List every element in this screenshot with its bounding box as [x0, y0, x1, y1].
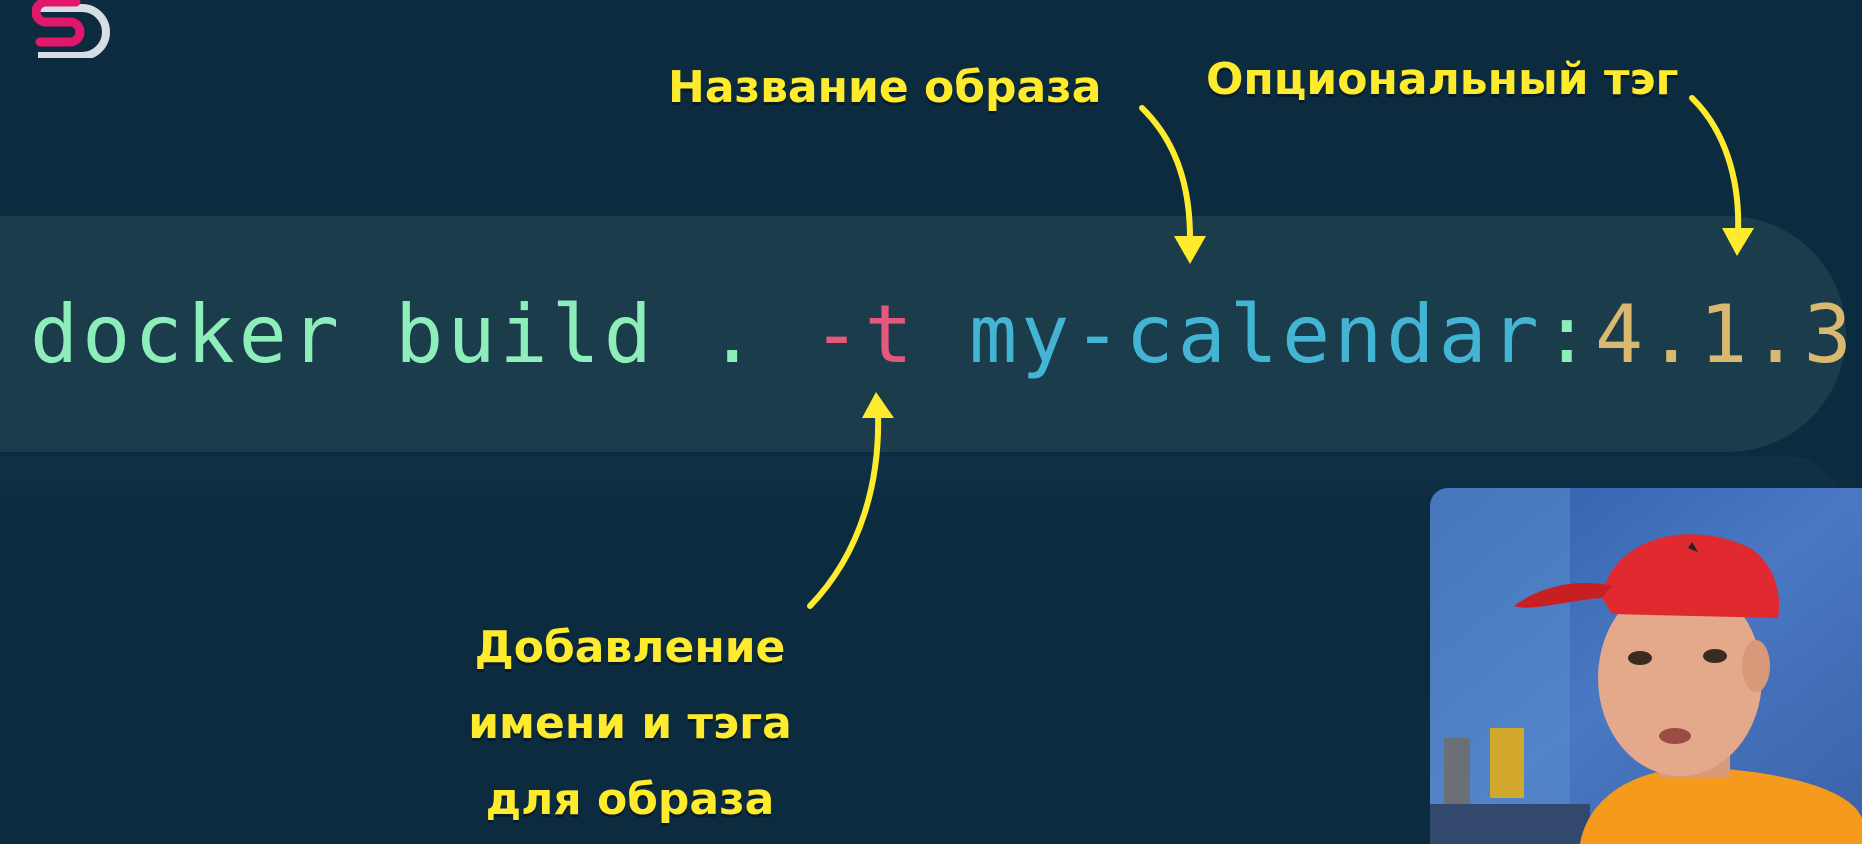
arrow-to-image-name: [1139, 105, 1193, 241]
presenter-webcam: [1430, 488, 1862, 844]
arrow-to-tag: [1689, 95, 1742, 235]
arrowhead-flag: [862, 392, 894, 418]
arrowhead-tag: [1722, 228, 1754, 256]
arrow-to-flag: [807, 409, 882, 609]
arrowhead-image-name: [1174, 236, 1206, 264]
